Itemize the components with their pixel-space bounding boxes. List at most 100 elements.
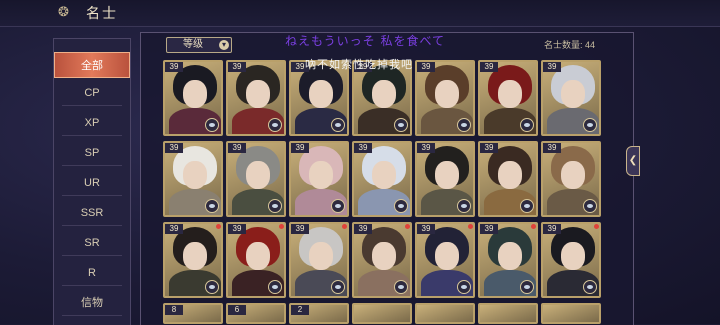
hero-card[interactable]: 39 — [352, 222, 412, 298]
hero-card[interactable]: 39 — [226, 222, 286, 298]
eye-icon — [268, 118, 282, 132]
new-indicator-dot — [594, 224, 599, 229]
hero-card[interactable]: 39 — [163, 141, 223, 217]
filter-xp[interactable]: XP — [54, 110, 130, 136]
filter-cp[interactable]: CP — [54, 80, 130, 106]
portrait-face — [498, 161, 522, 189]
level-badge: 39 — [543, 143, 561, 153]
hero-card[interactable]: 8 — [163, 303, 223, 324]
eye-icon — [394, 280, 408, 294]
eye-pupil — [398, 204, 404, 208]
filter-ssr[interactable]: SSR — [54, 200, 130, 226]
hero-card[interactable]: 39 — [541, 60, 601, 136]
level-badge: 8 — [165, 305, 183, 315]
eye-pupil — [524, 123, 530, 127]
eye-icon — [457, 118, 471, 132]
eye-pupil — [461, 285, 467, 289]
hero-card[interactable] — [541, 303, 601, 324]
eye-pupil — [272, 123, 278, 127]
level-badge: 39 — [480, 143, 498, 153]
filter-ur[interactable]: UR — [54, 170, 130, 196]
hero-card[interactable]: 39 — [226, 141, 286, 217]
filter-sp[interactable]: SP — [54, 140, 130, 166]
hero-card[interactable]: 39 — [415, 141, 475, 217]
portrait-face — [435, 80, 459, 108]
portrait-face — [183, 242, 207, 270]
filter-all[interactable]: 全部 — [54, 52, 130, 78]
lyric-overlay-chinese: 吶不如索性吃掉我吧 — [305, 58, 413, 71]
filter-sr[interactable]: SR — [54, 230, 130, 256]
eye-pupil — [272, 285, 278, 289]
hero-card[interactable]: 39 — [163, 222, 223, 298]
eye-icon — [331, 199, 345, 213]
eye-icon — [394, 118, 408, 132]
eye-pupil — [209, 204, 215, 208]
hero-card[interactable]: 39 — [415, 222, 475, 298]
hero-card[interactable]: 39 — [541, 222, 601, 298]
hero-count: 名士数量: 44 — [544, 40, 596, 50]
eye-pupil — [461, 123, 467, 127]
level-badge: 6 — [228, 305, 246, 315]
hero-card[interactable]: 39 — [289, 141, 349, 217]
hero-card[interactable]: 6 — [226, 303, 286, 324]
sort-dropdown[interactable]: 等级 ▾ — [166, 37, 232, 53]
eye-pupil — [272, 204, 278, 208]
hero-card[interactable] — [352, 303, 412, 324]
sort-label: 等级 — [183, 39, 203, 50]
level-badge: 39 — [480, 224, 498, 234]
eye-icon — [205, 280, 219, 294]
portrait-face — [309, 161, 333, 189]
eye-icon — [268, 280, 282, 294]
level-badge: 39 — [417, 62, 435, 72]
filter-token[interactable]: 信物 — [54, 290, 130, 316]
eye-pupil — [335, 123, 341, 127]
portrait-face — [372, 161, 396, 189]
top-bar: ❂ 名士 — [0, 0, 720, 27]
hero-card[interactable] — [415, 303, 475, 324]
level-badge: 39 — [165, 62, 183, 72]
hero-card[interactable]: 39 — [415, 60, 475, 136]
expand-arrow-icon[interactable]: ❮ — [626, 146, 640, 176]
hero-card[interactable]: 39 — [226, 60, 286, 136]
eye-icon — [583, 199, 597, 213]
portrait-face — [435, 242, 459, 270]
hero-card[interactable]: 39 — [478, 222, 538, 298]
hero-card[interactable] — [478, 303, 538, 324]
eye-pupil — [398, 123, 404, 127]
hero-card[interactable]: 39 — [541, 141, 601, 217]
page-title: 名士 — [86, 6, 118, 22]
level-badge: 39 — [543, 224, 561, 234]
level-badge: 39 — [291, 224, 309, 234]
eye-icon — [520, 118, 534, 132]
level-badge: 39 — [165, 143, 183, 153]
hero-card[interactable]: 39 — [289, 222, 349, 298]
eye-icon — [205, 199, 219, 213]
level-badge: 39 — [354, 224, 372, 234]
eye-pupil — [335, 204, 341, 208]
eye-pupil — [587, 123, 593, 127]
eye-pupil — [524, 285, 530, 289]
hero-card[interactable]: 39 — [163, 60, 223, 136]
new-indicator-dot — [531, 224, 536, 229]
eye-icon — [583, 280, 597, 294]
level-badge: 39 — [417, 143, 435, 153]
hero-card[interactable]: 39 — [478, 141, 538, 217]
portrait-face — [561, 80, 585, 108]
filter-r[interactable]: R — [54, 260, 130, 286]
new-indicator-dot — [279, 224, 284, 229]
eye-icon — [520, 280, 534, 294]
level-badge: 39 — [291, 143, 309, 153]
level-badge: 39 — [228, 224, 246, 234]
hero-card[interactable]: 2 — [289, 303, 349, 324]
eye-icon — [268, 199, 282, 213]
new-indicator-dot — [468, 224, 473, 229]
portrait-face — [246, 161, 270, 189]
hero-card[interactable]: 39 — [352, 141, 412, 217]
level-badge: 39 — [165, 224, 183, 234]
level-badge: 39 — [228, 143, 246, 153]
new-indicator-dot — [405, 224, 410, 229]
level-badge: 39 — [543, 62, 561, 72]
eye-icon — [331, 280, 345, 294]
hero-card[interactable]: 39 — [478, 60, 538, 136]
level-badge: 2 — [291, 305, 309, 315]
